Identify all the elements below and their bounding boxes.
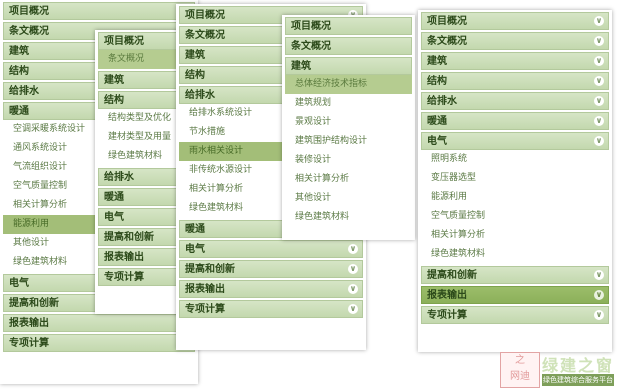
chevron-down-icon[interactable]: ∨ — [348, 244, 358, 254]
watermark-title: 绿建之窗 — [542, 356, 615, 375]
menu-section-label: 建筑 — [427, 56, 447, 67]
menu-item[interactable]: 照明系统 — [421, 150, 609, 169]
menu-section-header[interactable]: 建筑 ∨ — [421, 52, 609, 70]
menu-section-header[interactable]: 项目概况 — [3, 2, 195, 20]
menu-item-selected[interactable]: 总体经济技术指标 — [285, 75, 412, 94]
menu-section-header[interactable]: 给排水 ∨ — [421, 92, 609, 110]
menu-section-label: 项目概况 — [291, 21, 331, 32]
menu-section-header[interactable]: 电气 ∨ — [421, 132, 609, 150]
menu-section-label: 暖通 — [9, 106, 29, 117]
chevron-down-icon[interactable]: ∨ — [594, 96, 604, 106]
menu-section-label: 提高和创新 — [104, 232, 154, 243]
menu-item[interactable]: 相关计算分析 — [285, 170, 412, 189]
menu-section-label: 项目概况 — [104, 36, 144, 47]
menu-section-label: 结构 — [9, 66, 29, 77]
chevron-down-icon[interactable]: ∨ — [594, 16, 604, 26]
chevron-down-icon[interactable]: ∨ — [594, 290, 604, 300]
menu-section-header[interactable]: 提高和创新 ∨ — [421, 266, 609, 284]
menu-item[interactable]: 建筑围护结构设计 — [285, 132, 412, 151]
chevron-down-icon[interactable]: ∨ — [594, 36, 604, 46]
menu-section-label: 暖通 — [427, 116, 447, 127]
menu-section-label: 专项计算 — [427, 310, 467, 321]
menu-section-header[interactable]: 专项计算 ∨ — [179, 300, 363, 318]
menu-section-label: 暖通 — [185, 224, 205, 235]
menu-section-label: 条文概况 — [427, 36, 467, 47]
menu-section-label: 提高和创新 — [427, 270, 477, 281]
menu-section-label: 结构 — [427, 76, 447, 87]
menu-section-label: 结构 — [104, 95, 124, 106]
menu-panel-electrical: 项目概况 ∨ 条文概况 ∨ 建筑 ∨ 结构 ∨ 给排水 ∨ 暖通 ∨ 电气 ∨ 照明系统 变压器选型 能源利用… — [418, 10, 612, 352]
menu-section-label: 项目概况 — [185, 10, 225, 21]
menu-section-label: 给排水 — [104, 172, 134, 183]
menu-section-label: 项目概况 — [427, 16, 467, 27]
chevron-down-icon[interactable]: ∨ — [594, 310, 604, 320]
menu-section-header[interactable]: 专项计算 ∨ — [421, 306, 609, 324]
chevron-down-icon[interactable]: ∨ — [594, 116, 604, 126]
menu-section-label: 电气 — [104, 212, 124, 223]
watermark-logo-bottom: 网迪 — [510, 371, 530, 382]
menu-section-header[interactable]: 条文概况 — [285, 37, 412, 55]
menu-section-label: 建筑 — [291, 61, 311, 72]
menu-panel-architecture: 项目概况条文概况建筑 总体经济技术指标 建筑规划 景观设计 建筑围护结构设计 装修设计相… — [282, 15, 415, 240]
chevron-down-icon[interactable]: ∨ — [348, 264, 358, 274]
menu-section-label: 报表输出 — [104, 252, 144, 263]
menu-item[interactable]: 相关计算分析 — [421, 226, 609, 245]
menu-item[interactable]: 建筑规划 — [285, 94, 412, 113]
menu-section-label: 电气 — [185, 244, 205, 255]
menu-section-label: 报表输出 — [427, 290, 467, 301]
menu-section-header[interactable]: 专项计算 — [3, 334, 195, 352]
menu-section-header[interactable]: 电气 ∨ — [179, 240, 363, 258]
menu-section-label: 专项计算 — [9, 338, 49, 349]
watermark-logo-top: 之 — [515, 355, 525, 366]
chevron-down-icon[interactable]: ∨ — [594, 270, 604, 280]
menu-section-header[interactable]: 项目概况 ∨ — [421, 12, 609, 30]
chevron-down-icon[interactable]: ∨ — [594, 56, 604, 66]
menu-section-label: 专项计算 — [104, 272, 144, 283]
menu-section-label: 专项计算 — [185, 304, 225, 315]
menu-section-header[interactable]: 报表输出 ∨ — [421, 286, 609, 304]
menu-section-header[interactable]: 暖通 ∨ — [421, 112, 609, 130]
watermark-logo: 之 网迪 — [500, 352, 540, 388]
menu-section-label: 报表输出 — [9, 318, 49, 329]
menu-section-label: 提高和创新 — [9, 298, 59, 309]
menu-section-header[interactable]: 结构 ∨ — [421, 72, 609, 90]
watermark: 之 网迪 绿建之窗 绿色建筑综合服务平台 — [500, 352, 616, 388]
menu-section-label: 建筑 — [185, 50, 205, 61]
menu-section-header[interactable]: 提高和创新 ∨ — [179, 260, 363, 278]
menu-section-label: 条文概况 — [291, 41, 331, 52]
chevron-down-icon[interactable]: ∨ — [594, 136, 604, 146]
chevron-down-icon[interactable]: ∨ — [594, 76, 604, 86]
menu-item[interactable]: 变压器选型 — [421, 169, 609, 188]
menu-section-label: 建筑 — [9, 46, 29, 57]
menu-item[interactable]: 装修设计 — [285, 151, 412, 170]
menu-item[interactable]: 绿色建筑材料 — [285, 208, 412, 227]
menu-section-header[interactable]: 条文概况 ∨ — [421, 32, 609, 50]
menu-item[interactable]: 空气质量控制 — [421, 207, 609, 226]
menu-section-header[interactable]: 建筑 — [285, 57, 412, 75]
menu-section-label: 给排水 — [185, 90, 215, 101]
menu-section-label: 暖通 — [104, 192, 124, 203]
menu-section-label: 结构 — [185, 70, 205, 81]
menu-section-label: 电气 — [427, 136, 447, 147]
menu-section-label: 电气 — [9, 278, 29, 289]
menu-section-label: 给排水 — [427, 96, 457, 107]
menu-section-label: 项目概况 — [9, 6, 49, 17]
chevron-down-icon[interactable]: ∨ — [348, 284, 358, 294]
menu-item[interactable]: 景观设计 — [285, 113, 412, 132]
menu-section-header[interactable]: 报表输出 — [3, 314, 195, 332]
menu-section-label: 给排水 — [9, 86, 39, 97]
menu-section-label: 条文概况 — [9, 26, 49, 37]
menu-section-header[interactable]: 报表输出 ∨ — [179, 280, 363, 298]
menu-item[interactable]: 绿色建筑材料 — [421, 245, 609, 264]
chevron-down-icon[interactable]: ∨ — [348, 304, 358, 314]
menu-item[interactable]: 其他设计 — [285, 189, 412, 208]
menu-section-header[interactable]: 项目概况 — [285, 17, 412, 35]
menu-section-label: 报表输出 — [185, 284, 225, 295]
menu-section-label: 建筑 — [104, 75, 124, 86]
menu-section-label: 提高和创新 — [185, 264, 235, 275]
menu-item[interactable]: 能源利用 — [421, 188, 609, 207]
menu-section-label: 条文概况 — [185, 30, 225, 41]
watermark-subtitle: 绿色建筑综合服务平台 — [542, 374, 614, 386]
